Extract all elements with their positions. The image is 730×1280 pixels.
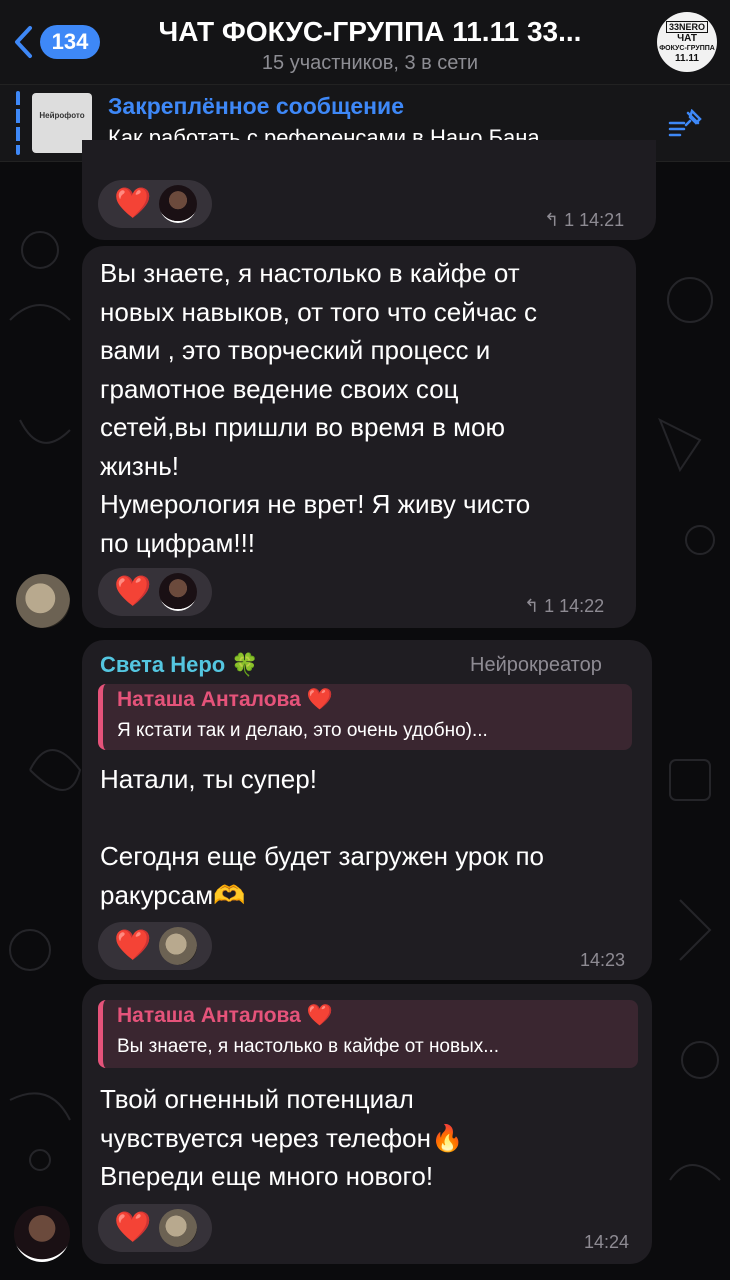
message-text: Натали, ты супер! Сегодня еще будет загр… bbox=[100, 764, 544, 910]
reply-quote[interactable]: Наташа Анталова ❤️ Я кстати так и делаю,… bbox=[98, 684, 632, 750]
reply-count: 1 bbox=[564, 210, 575, 230]
reply-count: 1 bbox=[544, 596, 555, 616]
sender-avatar[interactable] bbox=[14, 1206, 70, 1262]
message-bubble[interactable]: Наташа Анталова ❤️ Вы знаете, я настольк… bbox=[82, 984, 652, 1264]
message-time: 14:21 bbox=[579, 210, 625, 230]
message-time: 14:22 bbox=[559, 596, 605, 616]
reaction-pill[interactable]: ❤️ bbox=[98, 922, 212, 970]
pinned-thumbnail-title: Нейрофото bbox=[39, 111, 85, 120]
quote-text: Вы знаете, я настолько в кайфе от новых.… bbox=[117, 1036, 500, 1057]
chevron-left-icon bbox=[15, 26, 32, 58]
unread-count-badge[interactable]: 134 bbox=[40, 25, 100, 59]
pin-list-icon[interactable] bbox=[668, 109, 704, 139]
avatar-line-1: ЧАТ bbox=[677, 32, 697, 44]
quote-author: Наташа Анталова ❤️ bbox=[117, 688, 333, 711]
reactor-avatar bbox=[159, 927, 198, 965]
reaction-pill[interactable]: ❤️ bbox=[98, 180, 212, 228]
pinned-title: Закреплённое сообщение bbox=[108, 93, 404, 119]
message-bubble[interactable]: Света Неро 🍀 Нейрокреатор Наташа Анталов… bbox=[82, 640, 652, 980]
quote-author: Наташа Анталова ❤️ bbox=[117, 1004, 333, 1027]
message-meta: ↰ 1 14:21 bbox=[544, 210, 624, 231]
reply-icon: ↰ bbox=[524, 596, 540, 616]
message-time: 14:23 bbox=[580, 950, 626, 970]
avatar-line-2: ФОКУС-ГРУППА bbox=[659, 44, 715, 52]
heart-reaction-icon: ❤️ bbox=[114, 575, 152, 608]
reply-quote[interactable]: Наташа Анталова ❤️ Вы знаете, я настольк… bbox=[98, 1000, 638, 1068]
message-meta: ↰ 1 14:22 bbox=[524, 596, 604, 617]
message-bubble[interactable]: Вы знаете, я настолько в кайфе от новых … bbox=[82, 246, 636, 628]
back-button[interactable]: 134 bbox=[12, 24, 100, 60]
heart-reaction-icon: ❤️ bbox=[114, 187, 152, 220]
sender-avatar[interactable] bbox=[16, 574, 70, 628]
message-text: Твой огненный потенциал чувствуется чере… bbox=[100, 1084, 464, 1191]
quote-text: Я кстати так и делаю, это очень удобно).… bbox=[117, 720, 488, 741]
sender-role: Нейрокреатор bbox=[470, 654, 602, 676]
reactor-avatar bbox=[159, 185, 198, 223]
chat-subtitle: 15 участников, 3 в сети bbox=[261, 52, 479, 74]
avatar-line-3: 11.11 bbox=[675, 52, 699, 64]
heart-reaction-icon: ❤️ bbox=[114, 929, 152, 962]
reactor-avatar bbox=[159, 1209, 198, 1247]
chat-header: 134 ЧАТ ФОКУС-ГРУППА 11.11 33... 15 учас… bbox=[0, 0, 730, 84]
message-text: Вы знаете, я настолько в кайфе от новых … bbox=[100, 258, 537, 558]
reactor-avatar bbox=[159, 573, 198, 611]
chat-avatar[interactable]: 33NERO ЧАТ ФОКУС-ГРУППА 11.11 bbox=[657, 12, 717, 72]
reply-icon: ↰ bbox=[544, 210, 560, 230]
pinned-indicator bbox=[16, 91, 20, 155]
sender-name[interactable]: Света Неро 🍀 bbox=[100, 652, 259, 678]
chat-title[interactable]: ЧАТ ФОКУС-ГРУППА 11.11 33... bbox=[120, 16, 620, 48]
reaction-pill[interactable]: ❤️ bbox=[98, 568, 212, 616]
reaction-pill[interactable]: ❤️ bbox=[98, 1204, 212, 1252]
message-bubble[interactable]: ❤️ ↰ 1 14:21 bbox=[82, 140, 656, 240]
heart-reaction-icon: ❤️ bbox=[114, 1211, 152, 1244]
message-time: 14:24 bbox=[584, 1232, 630, 1252]
avatar-logo: 33NERO bbox=[665, 20, 708, 33]
